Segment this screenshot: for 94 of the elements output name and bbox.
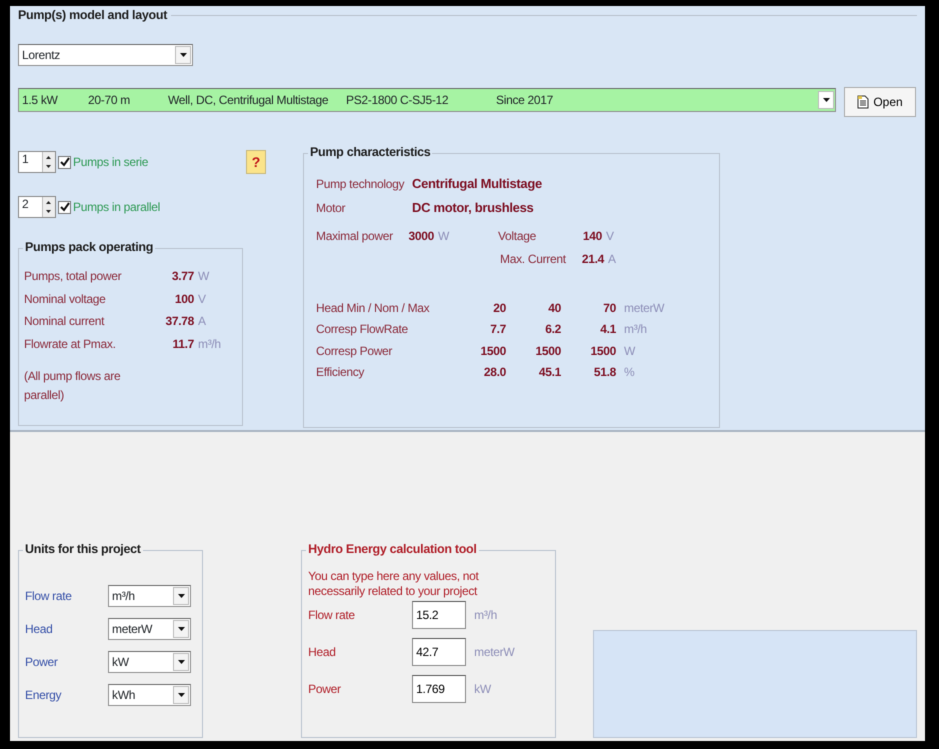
field-label: Head xyxy=(25,622,54,636)
table-label: Head Min / Nom / Max xyxy=(316,300,430,316)
table-label: Corresp FlowRate xyxy=(316,322,409,337)
note-text: You can type here any values, not necessarily related to your project xyxy=(308,569,480,599)
caret-icon xyxy=(178,627,184,631)
spin-arrows[interactable] xyxy=(42,152,55,172)
field-label: Nominal current xyxy=(24,314,106,330)
unit-label: A xyxy=(608,252,616,266)
field-label: Flowrate at Pmax. xyxy=(24,336,117,352)
field-value: 11.7 xyxy=(172,336,194,352)
unit-label: m³/h xyxy=(198,336,221,352)
checkbox[interactable] xyxy=(58,156,71,168)
input-field[interactable]: 42.7 xyxy=(412,638,466,666)
dropdown-button[interactable] xyxy=(173,653,189,671)
spin-arrows[interactable] xyxy=(42,197,55,217)
field-label: Energy xyxy=(25,688,62,702)
field-label: Maximal power xyxy=(316,229,394,244)
unit-label: m³/h xyxy=(474,608,497,622)
input-field[interactable]: 15.2 xyxy=(412,601,466,629)
unit-dropdown[interactable]: meterW xyxy=(108,618,191,640)
table-cell-text: 51.8 xyxy=(592,365,616,380)
dropdown-button[interactable] xyxy=(175,46,191,64)
caret-icon xyxy=(178,693,184,697)
unit-label: A xyxy=(198,314,206,330)
caret-icon xyxy=(178,660,184,664)
field-label: Power xyxy=(308,682,342,696)
field-label: Voltage xyxy=(498,229,537,244)
note-text: (All pump flows are parallel) xyxy=(24,368,122,404)
field-label: Flow rate xyxy=(308,608,356,622)
group-title: Pump characteristics xyxy=(308,145,432,160)
document-icon xyxy=(857,95,870,109)
input-field[interactable]: 1.769 xyxy=(412,675,466,703)
unit-label: W xyxy=(624,344,636,358)
unit-label: W xyxy=(438,229,450,244)
table-cell-text: 28.0 xyxy=(482,365,506,380)
group-title: Hydro Energy calculation tool xyxy=(306,542,479,557)
unit-label: meterW xyxy=(474,644,514,660)
unit-label: V xyxy=(198,292,206,308)
table-cell-text: 4.1 xyxy=(599,322,616,337)
unit-label: % xyxy=(624,365,634,380)
field-value: DC motor, brushless xyxy=(412,200,534,216)
spin-field[interactable]: 2 xyxy=(18,196,56,218)
field-value: 37.78 xyxy=(164,314,194,330)
field-value: Centrifugal Multistage xyxy=(412,176,542,192)
unit-label: kW xyxy=(474,682,491,696)
field-label: Nominal voltage xyxy=(24,292,107,308)
open-button[interactable]: Open xyxy=(844,87,916,117)
field-value: 3000 xyxy=(408,229,434,244)
dropdown-button[interactable] xyxy=(173,686,189,704)
dropdown-button[interactable] xyxy=(173,620,189,638)
field-label: Motor xyxy=(316,200,346,215)
unit-label: W xyxy=(198,269,210,285)
table-cell-text: 70 xyxy=(602,300,616,316)
model-dropdown[interactable]: 1.5 kW 20-70 m Well, DC, Centrifugal Multistage PS2-1800 C-SJ5-12 Since 2017 xyxy=(18,88,836,112)
table-cell-text: 1500 xyxy=(590,344,616,358)
field-value: 21.4 xyxy=(580,252,604,266)
dropdown-button[interactable] xyxy=(818,91,834,109)
checkbox-label: Pumps in parallel xyxy=(73,200,160,214)
field-label: Max. Current xyxy=(500,252,567,266)
caret-icon xyxy=(178,594,184,598)
unit-dropdown[interactable]: kW xyxy=(108,651,191,673)
checkbox[interactable] xyxy=(58,200,71,214)
table-cell-text: 1500 xyxy=(480,344,506,358)
unit-label: m³/h xyxy=(624,322,647,337)
field-label: Pumps, total power xyxy=(24,269,122,285)
table-cell-text: 1500 xyxy=(534,344,561,358)
field-value: 140 xyxy=(582,229,602,244)
spin-field[interactable]: 1 xyxy=(18,151,56,173)
unit-dropdown[interactable]: kWh xyxy=(108,684,191,706)
checkbox-label: Pumps in serie xyxy=(73,154,148,170)
help-button[interactable]: ? xyxy=(246,150,266,174)
field-value: 100 xyxy=(174,292,194,308)
table-label: Corresp Power xyxy=(316,344,394,358)
field-label: Power xyxy=(25,654,59,670)
unit-dropdown[interactable]: m³/h xyxy=(108,585,191,607)
table-cell-text: 6.2 xyxy=(544,322,561,337)
table-cell-text: 7.7 xyxy=(489,322,506,337)
manufacturer-dropdown[interactable]: Lorentz xyxy=(18,44,193,66)
group-title: Units for this project xyxy=(23,542,143,557)
table-cell-text: 20 xyxy=(492,300,506,316)
unit-label: meterW xyxy=(624,300,664,316)
section-title: Pump(s) model and layout xyxy=(18,8,168,23)
table-cell-text: 45.1 xyxy=(538,365,561,380)
field-value: 3.77 xyxy=(170,269,194,285)
caret-icon xyxy=(822,98,830,102)
field-label: Head xyxy=(308,644,337,660)
group-title: Pumps pack operating xyxy=(23,240,156,255)
table-cell-text: 40 xyxy=(547,300,561,316)
field-label: Flow rate xyxy=(25,588,73,604)
table-label: Efficiency xyxy=(316,365,366,380)
caret-icon xyxy=(180,53,186,57)
unit-label: V xyxy=(606,229,614,244)
dropdown-button[interactable] xyxy=(173,587,189,605)
field-label: Pump technology xyxy=(316,177,406,192)
